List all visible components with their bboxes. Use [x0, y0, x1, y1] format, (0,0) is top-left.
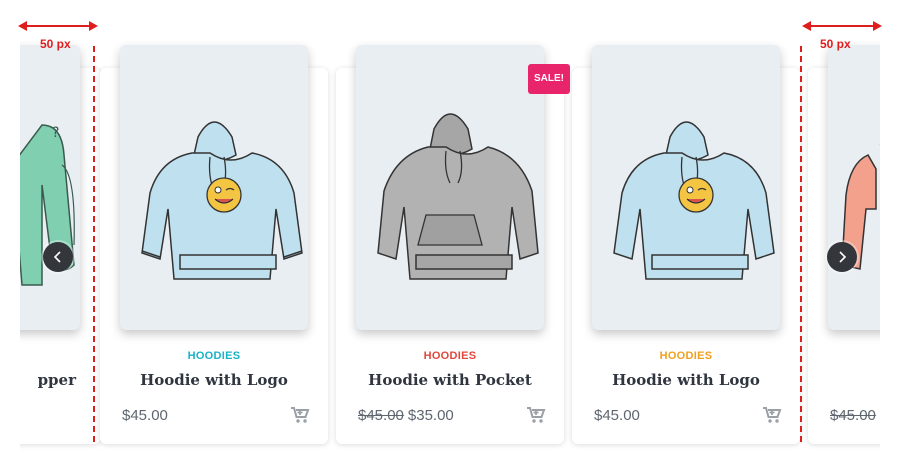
hoodie-with-logo-icon: [141, 121, 303, 280]
product-price: $45.00: [122, 407, 168, 424]
sale-badge: SALE!: [528, 64, 570, 94]
chevron-left-icon: [53, 251, 61, 263]
left-gap-label: 50 px: [40, 37, 71, 51]
product-card[interactable]: HOODIES Hoodie with Logo $45.00: [100, 45, 328, 444]
hoodie-with-logo-icon: [613, 121, 775, 280]
add-to-cart-button[interactable]: [290, 406, 310, 424]
product-carousel: ? pper HOODIES Hoodie with Logo $45.00 H…: [20, 0, 880, 471]
price-original: $45.00: [358, 407, 404, 424]
product-category[interactable]: HOODIES: [336, 350, 564, 362]
price-current: $35.00: [407, 407, 454, 424]
svg-text:?: ?: [52, 125, 59, 141]
product-price: $45.00$: [830, 407, 880, 424]
right-gap-label: 50 px: [820, 37, 851, 51]
right-gap-arrow-icon: [802, 21, 882, 31]
product-category[interactable]: HOODIES: [100, 350, 328, 362]
cart-icon: [291, 407, 310, 423]
product-title[interactable]: Hoodie with Logo: [572, 371, 800, 389]
cart-icon: [527, 407, 546, 423]
hoodie-green-icon: ?: [20, 124, 75, 286]
product-price: $45.00: [594, 407, 640, 424]
product-category[interactable]: HOODIES: [572, 350, 800, 362]
chevron-right-icon: [839, 251, 847, 263]
add-to-cart-button[interactable]: [526, 406, 546, 424]
product-card[interactable]: HOODIES Hoodie with Logo $45.00: [572, 45, 800, 444]
left-gap-arrow-icon: [18, 21, 98, 31]
product-image[interactable]: [356, 45, 544, 330]
product-image[interactable]: [592, 45, 780, 330]
product-title[interactable]: Hoodie with Logo: [100, 371, 328, 389]
hoodie-red-icon: [841, 144, 880, 270]
product-title[interactable]: pper: [20, 371, 76, 389]
left-gap-guide: [93, 46, 95, 442]
product-image[interactable]: [828, 45, 880, 330]
product-image[interactable]: ?: [20, 45, 80, 330]
price-current: $45.00: [122, 407, 168, 424]
add-to-cart-button[interactable]: [762, 406, 782, 424]
product-title[interactable]: Hoodie with Pocket: [336, 371, 564, 389]
carousel-prev-button[interactable]: [43, 242, 73, 272]
product-price: $45.00 $35.00: [358, 407, 454, 424]
cart-icon: [763, 407, 782, 423]
product-card[interactable]: HOODIES Hoodie with Pocket $45.00 $35.00: [336, 45, 564, 444]
carousel-next-button[interactable]: [827, 242, 857, 272]
hoodie-with-pocket-icon: [377, 113, 539, 280]
right-gap-guide: [800, 46, 802, 442]
product-image[interactable]: [120, 45, 308, 330]
price-original: $45.00: [830, 407, 876, 424]
price-current: $45.00: [594, 407, 640, 424]
